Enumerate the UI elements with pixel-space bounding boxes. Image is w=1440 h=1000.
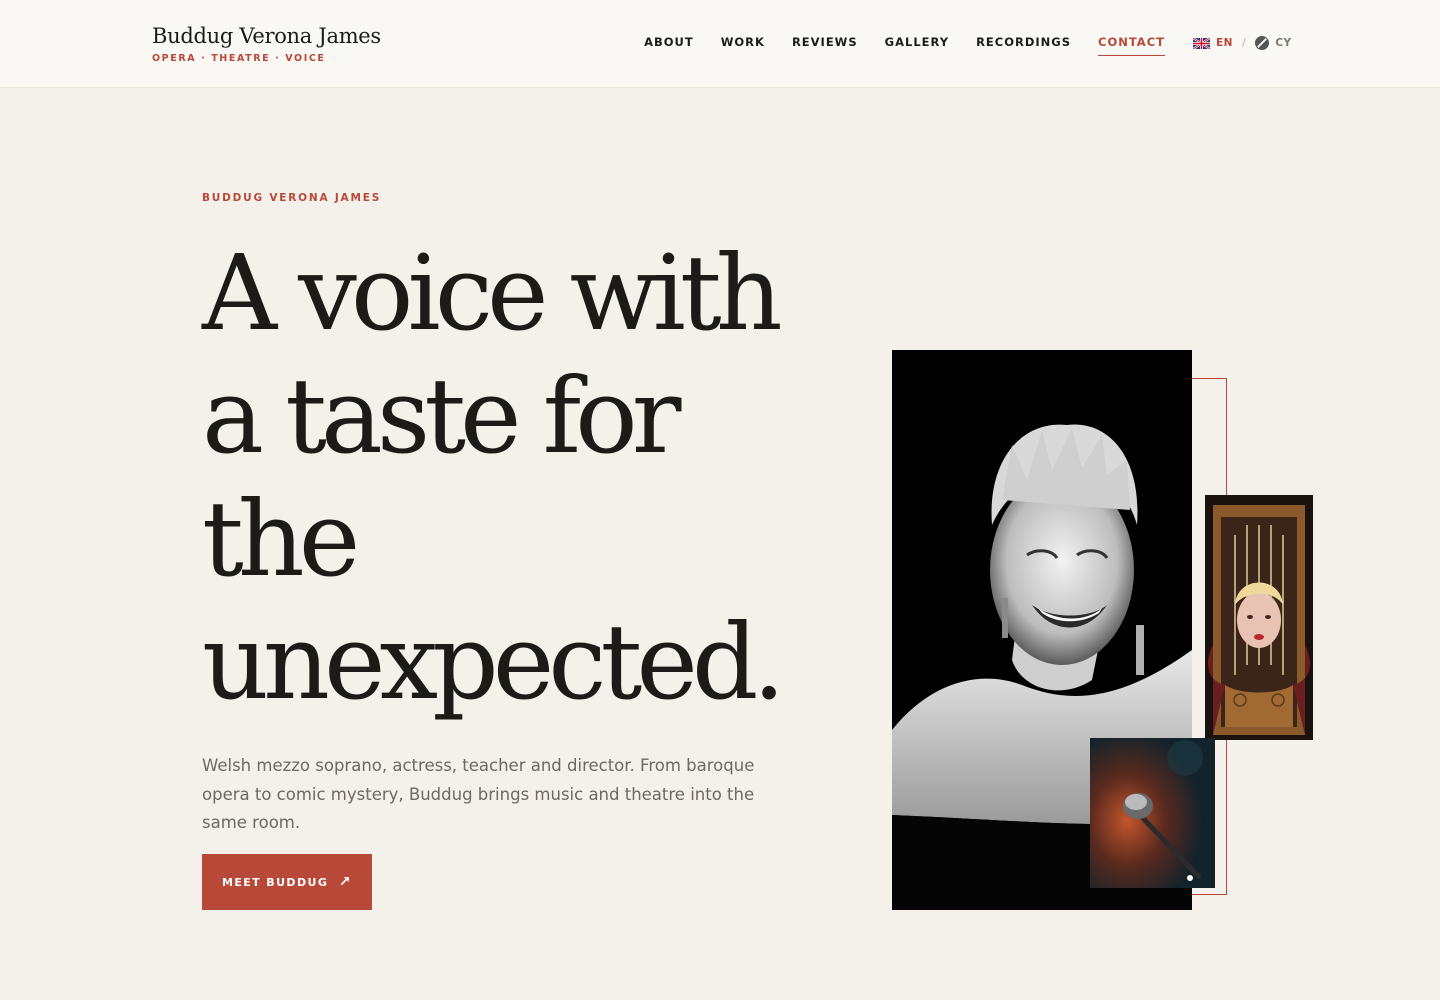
language-switcher: EN / CY: [1193, 36, 1292, 50]
meet-buddug-button[interactable]: MEET BUDDUG ↗: [202, 854, 372, 910]
site-header: Buddug Verona James OPERA · THEATRE · VO…: [0, 0, 1440, 88]
harp-illustration: [1205, 495, 1313, 740]
globe-icon: [1255, 36, 1270, 50]
nav-link-gallery[interactable]: GALLERY: [885, 35, 949, 56]
arrow-up-right-icon: ↗: [338, 874, 352, 890]
brand-tagline: OPERA · THEATRE · VOICE: [152, 53, 326, 64]
hero-headline: A voice with a taste for the unexpected.: [202, 232, 822, 724]
nav-link-recordings[interactable]: RECORDINGS: [976, 35, 1071, 56]
headline-line: A voice with: [202, 232, 783, 354]
main-nav: ABOUT WORK REVIEWS GALLERY RECORDINGS CO…: [644, 35, 1165, 56]
nav-link-reviews[interactable]: REVIEWS: [792, 35, 858, 56]
brand-name: Buddug Verona James: [152, 24, 381, 48]
lang-cy-link[interactable]: CY: [1275, 37, 1291, 49]
hero-eyebrow: BUDDUG VERONA JAMES: [202, 192, 382, 204]
microphone-photo: [1090, 738, 1215, 888]
cta-label: MEET BUDDUG: [222, 875, 329, 889]
lang-en-link[interactable]: EN: [1216, 37, 1233, 49]
nav-link-about[interactable]: ABOUT: [644, 35, 694, 56]
microphone-illustration: [1090, 738, 1215, 888]
nav-link-work[interactable]: WORK: [721, 35, 765, 56]
uk-flag-icon: [1193, 37, 1210, 49]
headline-line: unexpected.: [202, 601, 786, 723]
brand-logo[interactable]: Buddug Verona James OPERA · THEATRE · VO…: [152, 22, 381, 64]
headline-line: the: [202, 478, 360, 600]
lang-separator: /: [1241, 37, 1247, 49]
harp-performance-photo: [1205, 495, 1313, 740]
headline-line: a taste for: [202, 355, 681, 477]
hero-description: Welsh mezzo soprano, actress, teacher an…: [202, 756, 755, 832]
nav-link-contact[interactable]: CONTACT: [1098, 35, 1165, 56]
